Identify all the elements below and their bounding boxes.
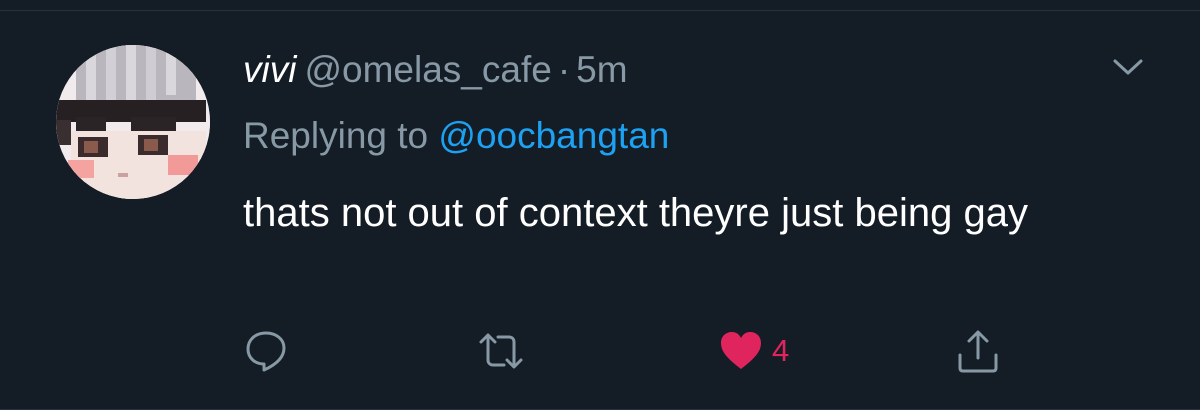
chevron-down-icon[interactable] (1110, 52, 1146, 82)
avatar[interactable] (56, 45, 210, 199)
like-count: 4 (772, 333, 790, 368)
timestamp[interactable]: 5m (576, 49, 627, 90)
share-button[interactable] (955, 328, 1001, 374)
retweet-button[interactable] (477, 328, 525, 374)
top-divider (0, 0, 1200, 11)
speech-bubble-icon (246, 331, 286, 372)
tweet-text: thats not out of context theyre just bei… (243, 191, 1028, 235)
retweet-icon (479, 333, 523, 369)
user-handle[interactable]: @omelas_cafe (304, 49, 551, 90)
reply-button[interactable] (243, 328, 289, 374)
reply-mention-link[interactable]: @oocbangtan (438, 115, 669, 156)
heart-icon (721, 332, 761, 369)
tweet-card[interactable]: vivi @omelas_cafe · 5m Replying to @oocbang… (0, 0, 1200, 410)
display-name[interactable]: vivi (243, 49, 296, 90)
avatar-image (56, 45, 210, 199)
like-button[interactable]: 4 (718, 328, 789, 374)
share-upload-icon (958, 330, 998, 373)
tweet-header: vivi @omelas_cafe · 5m (243, 48, 628, 92)
replying-to-label: Replying to (243, 115, 429, 156)
separator-dot: · (557, 49, 571, 90)
replying-to: Replying to @oocbangtan (243, 114, 669, 158)
